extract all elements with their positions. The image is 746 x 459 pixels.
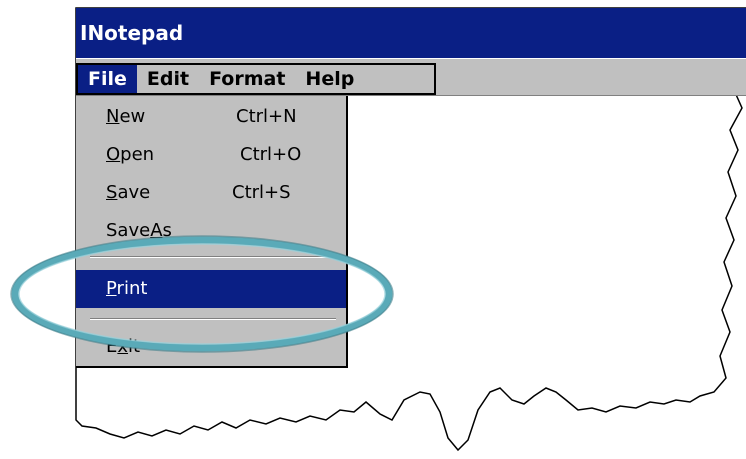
window-title: INotepad: [80, 21, 184, 45]
menu-item-label: SaveAs: [106, 220, 172, 241]
menu-bar-items: File Edit Format Help: [76, 63, 436, 95]
screenshot-stage: INotepad File Edit Format Help New Ctrl+…: [0, 0, 746, 459]
menu-item-save[interactable]: Save Ctrl+S: [76, 176, 346, 210]
menu-item-open[interactable]: Open Ctrl+O: [76, 138, 346, 172]
menu-item-label: Save: [106, 182, 151, 203]
menu-item-label: Open: [106, 144, 155, 165]
file-menu-dropdown: New Ctrl+N Open Ctrl+O Save Ctrl+S SaveA…: [76, 96, 348, 368]
menu-item-new[interactable]: New Ctrl+N: [76, 100, 346, 134]
menu-bar: File Edit Format Help: [76, 58, 746, 96]
menu-help[interactable]: Help: [295, 65, 364, 93]
menu-separator: [90, 256, 336, 258]
menu-item-exit[interactable]: Exit: [76, 330, 346, 364]
menu-edit[interactable]: Edit: [137, 65, 199, 93]
menu-item-saveas[interactable]: SaveAs: [76, 214, 346, 248]
menu-item-print[interactable]: Print: [76, 270, 346, 308]
menu-item-shortcut: Ctrl+N: [236, 106, 297, 127]
menu-item-label: New: [106, 106, 146, 127]
menu-file[interactable]: File: [78, 65, 137, 93]
menu-item-label: Print: [106, 278, 148, 299]
menu-item-shortcut: Ctrl+O: [240, 144, 302, 165]
menu-format[interactable]: Format: [199, 65, 295, 93]
menu-item-label: Exit: [106, 336, 141, 357]
window-title-bar: INotepad: [76, 8, 746, 58]
menu-item-shortcut: Ctrl+S: [232, 182, 291, 203]
menu-separator: [90, 318, 336, 320]
